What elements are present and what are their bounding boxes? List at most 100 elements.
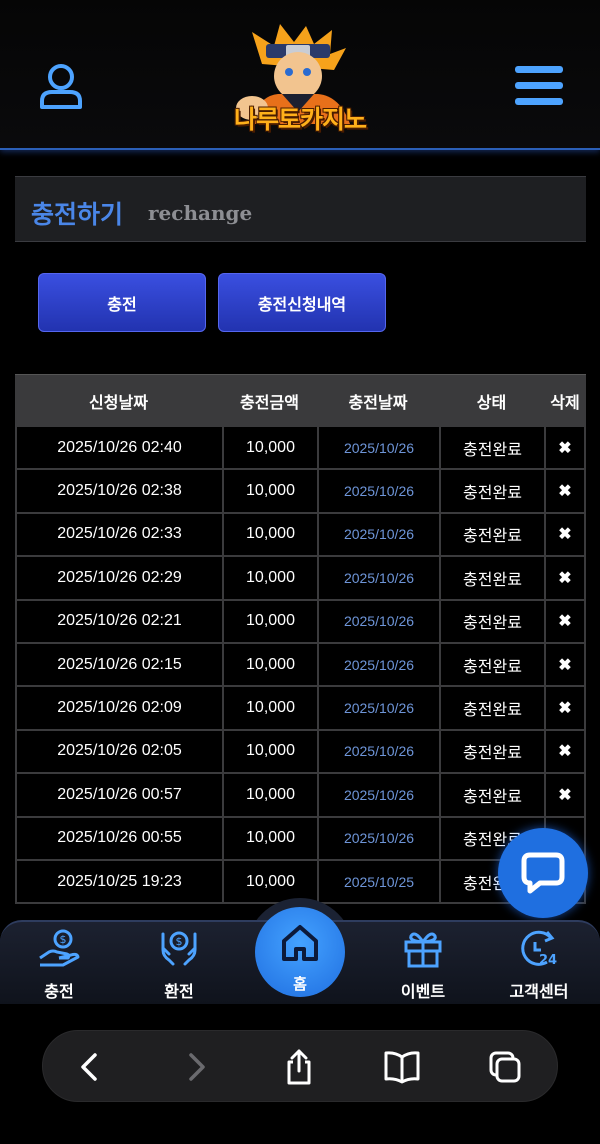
- cell-requested-date: 2025/10/26 00:57: [15, 774, 222, 818]
- table-header: 신청날짜 충전금액 충전날짜 상태 삭제: [15, 374, 586, 427]
- col-delete: 삭제: [550, 393, 580, 412]
- cell-status: 충전완료: [439, 557, 544, 601]
- page-subtitle: rechange: [148, 201, 253, 225]
- delete-icon[interactable]: ✖: [544, 600, 586, 644]
- col-status: 상태: [476, 393, 507, 412]
- nav-item-support[interactable]: 24 고객센터: [484, 922, 594, 1006]
- delete-icon[interactable]: ✖: [544, 687, 586, 731]
- cell-amount: 10,000: [222, 774, 317, 818]
- cell-charged-date: 2025/10/26: [317, 643, 439, 688]
- table-row: 2025/10/26 02:40 10,000 2025/10/26 충전완료 ✖: [15, 427, 586, 471]
- delete-icon[interactable]: ✖: [544, 557, 586, 601]
- cell-requested-date: 2025/10/26 02:38: [15, 470, 222, 514]
- forward-icon[interactable]: [177, 1049, 213, 1085]
- back-icon[interactable]: [73, 1049, 109, 1085]
- svg-text:$: $: [60, 933, 67, 946]
- table-row: 2025/10/26 02:33 10,000 2025/10/26 충전완료 ✖: [15, 513, 586, 558]
- nav-label-home: 홈: [293, 975, 307, 993]
- hamburger-menu-icon[interactable]: [515, 64, 563, 108]
- table-row: 2025/10/26 00:57 10,000 2025/10/26 충전완료 ✖: [15, 774, 586, 818]
- svg-text:24: 24: [539, 953, 557, 968]
- chat-button[interactable]: [498, 828, 588, 918]
- app-header: 나루토카지노: [0, 0, 600, 150]
- hands-dollar-icon: $: [161, 931, 197, 966]
- delete-icon[interactable]: ✖: [544, 427, 586, 471]
- bookmarks-icon[interactable]: [383, 1049, 420, 1085]
- cell-charged-date: 2025/10/26: [317, 513, 439, 558]
- cell-status: 충전완료: [439, 774, 544, 818]
- share-icon[interactable]: [281, 1049, 317, 1085]
- col-charged-date: 충전날짜: [348, 393, 408, 412]
- nav-label-event: 이벤트: [400, 982, 446, 1001]
- cell-amount: 10,000: [222, 730, 317, 775]
- cell-amount: 10,000: [222, 687, 317, 731]
- table-row: 2025/10/26 02:21 10,000 2025/10/26 충전완료 ✖: [15, 600, 586, 644]
- nav-label-support: 고객센터: [509, 982, 569, 1001]
- cell-charged-date: 2025/10/26: [317, 730, 439, 775]
- nav-label-charge: 충전: [44, 982, 74, 1001]
- charge-button[interactable]: 충전: [38, 273, 206, 332]
- browser-toolbar: [42, 1030, 558, 1102]
- cell-charged-date: 2025/10/25: [317, 860, 439, 905]
- support-24-icon: 24: [521, 930, 557, 968]
- table-row: 2025/10/26 02:38 10,000 2025/10/26 충전완료 ✖: [15, 470, 586, 514]
- table-row: 2025/10/26 02:29 10,000 2025/10/26 충전완료 ✖: [15, 557, 586, 601]
- cell-charged-date: 2025/10/26: [317, 817, 439, 861]
- cell-amount: 10,000: [222, 557, 317, 601]
- svg-text:$: $: [176, 935, 183, 948]
- cell-status: 충전완료: [439, 600, 544, 644]
- cell-charged-date: 2025/10/26: [317, 470, 439, 514]
- cell-requested-date: 2025/10/26 02:33: [15, 513, 222, 558]
- cell-status: 충전완료: [439, 687, 544, 731]
- cell-status: 충전완료: [439, 643, 544, 688]
- col-requested-date: 신청날짜: [89, 393, 148, 412]
- delete-icon[interactable]: ✖: [544, 643, 586, 688]
- page-title-box: 충전하기 rechange: [15, 176, 586, 242]
- cell-requested-date: 2025/10/26 02:21: [15, 600, 222, 644]
- user-icon[interactable]: [38, 62, 84, 110]
- charge-history-button[interactable]: 충전신청내역: [218, 273, 386, 332]
- nav-item-exchange[interactable]: $ 환전: [124, 922, 234, 1006]
- cell-requested-date: 2025/10/26 02:05: [15, 730, 222, 775]
- cell-status: 충전완료: [439, 513, 544, 558]
- cell-requested-date: 2025/10/26 02:40: [15, 427, 222, 471]
- table-row: 2025/10/26 00:55 10,000 2025/10/26 충전완료: [15, 817, 586, 861]
- cell-amount: 10,000: [222, 600, 317, 644]
- cell-requested-date: 2025/10/25 19:23: [15, 860, 222, 905]
- charge-history-table: 신청날짜 충전금액 충전날짜 상태 삭제 2025/10/26 02:40 10,…: [15, 374, 586, 905]
- hand-coin-icon: $: [39, 929, 80, 967]
- cell-charged-date: 2025/10/26: [317, 600, 439, 644]
- cell-requested-date: 2025/10/26 00:55: [15, 817, 222, 861]
- delete-icon[interactable]: ✖: [544, 470, 586, 514]
- table-row: 2025/10/26 02:09 10,000 2025/10/26 충전완료 ✖: [15, 687, 586, 731]
- cell-charged-date: 2025/10/26: [317, 774, 439, 818]
- delete-icon[interactable]: ✖: [544, 513, 586, 558]
- delete-icon[interactable]: ✖: [544, 774, 586, 818]
- cell-requested-date: 2025/10/26 02:29: [15, 557, 222, 601]
- chat-bubble-icon: [521, 852, 565, 894]
- delete-icon[interactable]: ✖: [544, 730, 586, 775]
- table-body: 2025/10/26 02:40 10,000 2025/10/26 충전완료 ✖ 202…: [15, 427, 586, 905]
- cell-status: 충전완료: [439, 427, 544, 471]
- cell-charged-date: 2025/10/26: [317, 557, 439, 601]
- browser-toolbar-area: [0, 1004, 600, 1144]
- nav-label-exchange: 환전: [164, 982, 194, 1001]
- nav-item-charge[interactable]: $ 충전: [4, 922, 114, 1006]
- site-logo[interactable]: 나루토카지노: [222, 24, 378, 142]
- cell-charged-date: 2025/10/26: [317, 427, 439, 471]
- cell-charged-date: 2025/10/26: [317, 687, 439, 731]
- cell-requested-date: 2025/10/26 02:09: [15, 687, 222, 731]
- cell-status: 충전완료: [439, 470, 544, 514]
- nav-item-event[interactable]: 이벤트: [368, 922, 478, 1006]
- col-amount: 충전금액: [240, 393, 299, 412]
- nav-item-home[interactable]: 홈: [255, 907, 345, 997]
- table-row: 2025/10/26 02:05 10,000 2025/10/26 충전완료 ✖: [15, 730, 586, 775]
- tabs-icon[interactable]: [487, 1049, 523, 1085]
- cell-amount: 10,000: [222, 513, 317, 558]
- cell-amount: 10,000: [222, 817, 317, 861]
- home-icon: [282, 925, 318, 961]
- page-title: 충전하기: [31, 200, 124, 229]
- logo-text: 나루토카지노: [233, 105, 367, 134]
- gift-icon: [404, 932, 442, 968]
- cell-status: 충전완료: [439, 730, 544, 775]
